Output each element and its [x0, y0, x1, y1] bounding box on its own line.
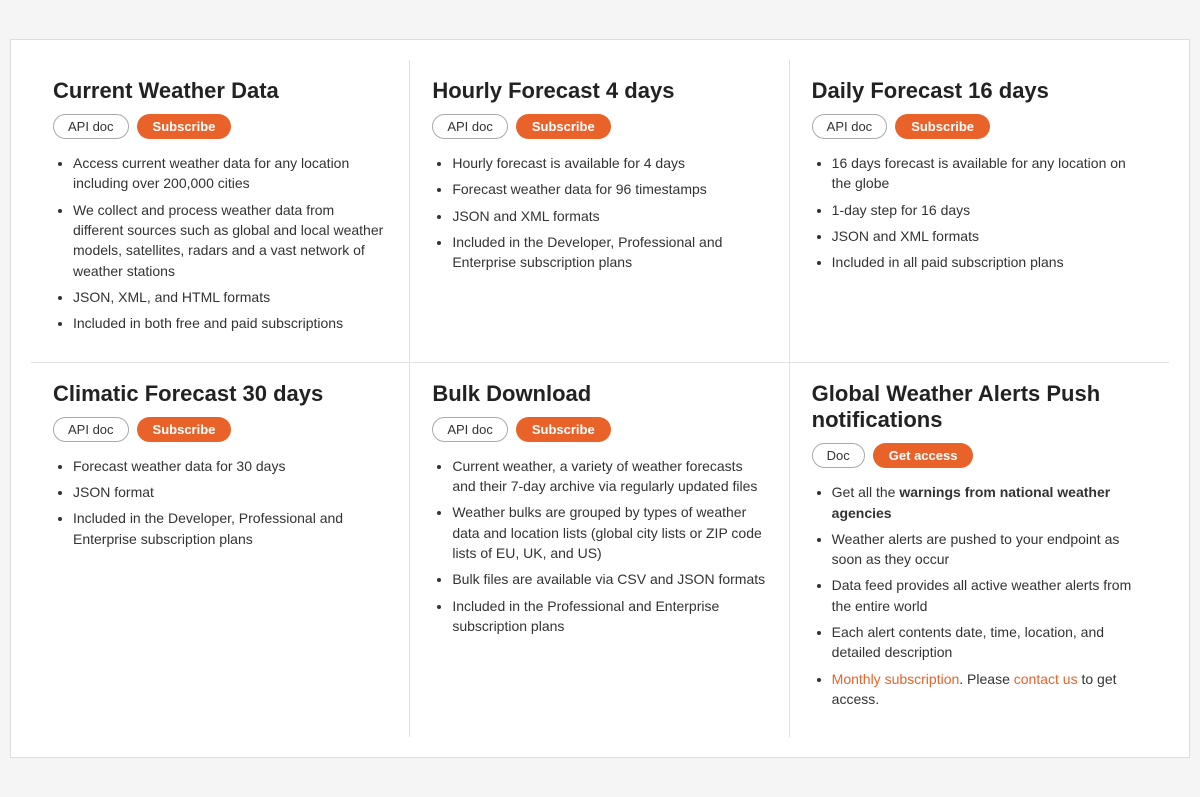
subscribe-button-hourly-forecast[interactable]: Subscribe	[516, 114, 611, 139]
subscribe-button-bulk-download[interactable]: Subscribe	[516, 417, 611, 442]
list-item: Weather alerts are pushed to your endpoi…	[832, 529, 1147, 570]
list-item-monthly: Monthly subscription. Please contact us …	[832, 669, 1147, 710]
contact-us-link[interactable]: contact us	[1014, 671, 1078, 687]
card-title-global-weather-alerts: Global Weather Alerts Push notifications	[812, 381, 1147, 434]
card-title-bulk-download: Bulk Download	[432, 381, 766, 407]
list-item: 16 days forecast is available for any lo…	[832, 153, 1147, 194]
list-item: Current weather, a variety of weather fo…	[452, 456, 766, 497]
list-item: JSON, XML, and HTML formats	[73, 287, 387, 307]
bold-text-warnings: warnings from national weather agencies	[832, 484, 1111, 520]
card-daily-forecast: Daily Forecast 16 days API doc Subscribe…	[790, 60, 1169, 362]
card-bulk-download: Bulk Download API doc Subscribe Current …	[410, 363, 789, 738]
feature-list-climatic-forecast: Forecast weather data for 30 days JSON f…	[53, 456, 387, 549]
cards-grid: Current Weather Data API doc Subscribe A…	[31, 60, 1169, 738]
button-row-current-weather: API doc Subscribe	[53, 114, 387, 139]
button-row-global-weather-alerts: Doc Get access	[812, 443, 1147, 468]
feature-list-global-weather-alerts: Get all the warnings from national weath…	[812, 482, 1147, 709]
list-item: Included in the Developer, Professional …	[452, 232, 766, 273]
list-item: Forecast weather data for 96 timestamps	[452, 179, 766, 199]
list-item: JSON and XML formats	[452, 206, 766, 226]
list-item: Hourly forecast is available for 4 days	[452, 153, 766, 173]
page-container: Current Weather Data API doc Subscribe A…	[10, 39, 1190, 759]
card-current-weather: Current Weather Data API doc Subscribe A…	[31, 60, 410, 362]
get-access-button-global-weather-alerts[interactable]: Get access	[873, 443, 974, 468]
list-item: Included in the Developer, Professional …	[73, 508, 387, 549]
monthly-subscription-link[interactable]: Monthly subscription	[832, 671, 960, 687]
list-item: Bulk files are available via CSV and JSO…	[452, 569, 766, 589]
button-row-climatic-forecast: API doc Subscribe	[53, 417, 387, 442]
list-item: Each alert contents date, time, location…	[832, 622, 1147, 663]
button-row-daily-forecast: API doc Subscribe	[812, 114, 1147, 139]
subscribe-button-daily-forecast[interactable]: Subscribe	[895, 114, 990, 139]
subscribe-button-current-weather[interactable]: Subscribe	[137, 114, 232, 139]
list-item: Included in all paid subscription plans	[832, 252, 1147, 272]
list-item: JSON format	[73, 482, 387, 502]
list-item: Forecast weather data for 30 days	[73, 456, 387, 476]
api-doc-button-daily-forecast[interactable]: API doc	[812, 114, 888, 139]
list-item: Weather bulks are grouped by types of we…	[452, 502, 766, 563]
list-item: Included in the Professional and Enterpr…	[452, 596, 766, 637]
subscribe-button-climatic-forecast[interactable]: Subscribe	[137, 417, 232, 442]
feature-list-bulk-download: Current weather, a variety of weather fo…	[432, 456, 766, 636]
feature-list-hourly-forecast: Hourly forecast is available for 4 days …	[432, 153, 766, 272]
api-doc-button-current-weather[interactable]: API doc	[53, 114, 129, 139]
button-row-hourly-forecast: API doc Subscribe	[432, 114, 766, 139]
card-title-climatic-forecast: Climatic Forecast 30 days	[53, 381, 387, 407]
card-title-current-weather: Current Weather Data	[53, 78, 387, 104]
list-item: 1-day step for 16 days	[832, 200, 1147, 220]
doc-button-global-weather-alerts[interactable]: Doc	[812, 443, 865, 468]
list-item: Access current weather data for any loca…	[73, 153, 387, 194]
card-title-daily-forecast: Daily Forecast 16 days	[812, 78, 1147, 104]
card-hourly-forecast: Hourly Forecast 4 days API doc Subscribe…	[410, 60, 789, 362]
card-climatic-forecast: Climatic Forecast 30 days API doc Subscr…	[31, 363, 410, 738]
api-doc-button-hourly-forecast[interactable]: API doc	[432, 114, 508, 139]
list-item: Data feed provides all active weather al…	[832, 575, 1147, 616]
list-item: Included in both free and paid subscript…	[73, 313, 387, 333]
api-doc-button-climatic-forecast[interactable]: API doc	[53, 417, 129, 442]
feature-list-daily-forecast: 16 days forecast is available for any lo…	[812, 153, 1147, 272]
feature-list-current-weather: Access current weather data for any loca…	[53, 153, 387, 333]
button-row-bulk-download: API doc Subscribe	[432, 417, 766, 442]
list-item: Get all the warnings from national weath…	[832, 482, 1147, 523]
card-title-hourly-forecast: Hourly Forecast 4 days	[432, 78, 766, 104]
list-item: JSON and XML formats	[832, 226, 1147, 246]
list-item: We collect and process weather data from…	[73, 200, 387, 281]
api-doc-button-bulk-download[interactable]: API doc	[432, 417, 508, 442]
card-global-weather-alerts: Global Weather Alerts Push notifications…	[790, 363, 1169, 738]
